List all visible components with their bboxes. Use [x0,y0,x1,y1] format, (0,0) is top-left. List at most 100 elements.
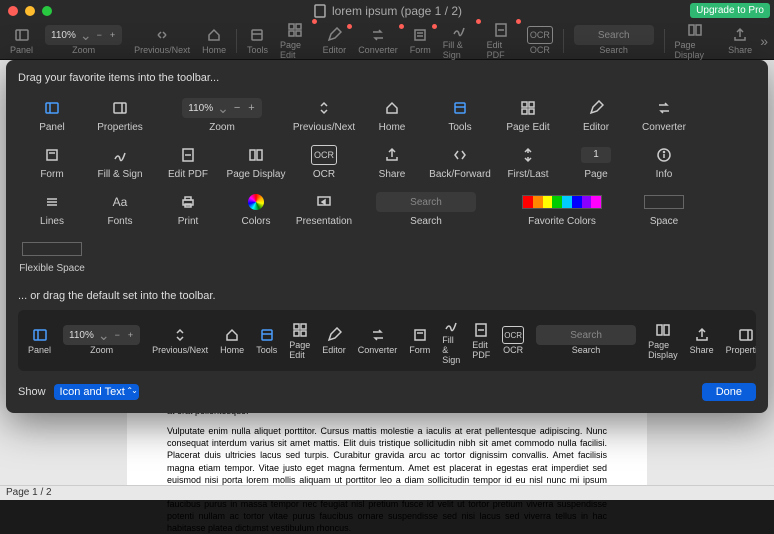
titlebar: lorem ipsum (page 1 / 2) Upgrade to Pro [0,0,774,22]
converter-button[interactable]: Converter [354,26,402,55]
pal-info[interactable]: Info [630,139,698,186]
flex-space-icon [22,242,82,256]
overflow-icon[interactable]: » [760,33,768,49]
minimize-button[interactable] [25,6,35,16]
pal-lines[interactable]: Lines [18,186,86,233]
pal-ocr[interactable]: OCROCR [290,139,358,186]
fill-sign-button[interactable]: Fill & Sign [439,21,479,60]
pal-panel[interactable]: Panel [18,92,86,139]
pal-properties[interactable]: Properties [86,92,154,139]
done-button[interactable]: Done [702,383,756,401]
status-bar: Page 1 / 2 [0,485,774,500]
pal-prevnext[interactable]: Previous/Next [290,92,358,139]
presentation-icon [316,194,332,210]
separator [236,29,237,53]
ocr-icon: OCR [527,26,553,44]
zoom-value: 110% [49,30,78,41]
pal-favcolors[interactable]: Favorite Colors [494,186,630,233]
editpdf-label: Edit PDF [487,40,515,60]
chevron-down-icon: ⌄ [80,27,92,44]
share-button[interactable]: Share [724,26,756,55]
separator [664,29,665,53]
customize-toolbar-overlay: Drag your favorite items into the toolba… [6,60,768,413]
properties-icon [112,100,128,116]
pal-pageedit[interactable]: Page Edit [494,92,562,139]
pal-page[interactable]: 1Page [562,139,630,186]
prevnext-label: Previous/Next [134,45,190,55]
pal-colors[interactable]: Colors [222,186,290,233]
zoom-label: Zoom [72,45,95,55]
print-icon [180,194,196,210]
pal-fonts[interactable]: AaFonts [86,186,154,233]
home-icon [206,27,222,43]
pal-space[interactable]: Space [630,186,698,233]
maximize-button[interactable] [42,6,52,16]
display-icon [687,22,703,38]
display-icon [248,147,264,163]
sign-icon [112,147,128,163]
separator [563,29,564,53]
page-number-input[interactable]: 1 [581,147,611,163]
show-select[interactable]: Icon and Text [54,384,139,400]
home-icon [384,100,400,116]
pal-presentation[interactable]: Presentation [290,186,358,233]
page-display-button[interactable]: Page Display [670,21,720,60]
pal-home[interactable]: Home [358,92,426,139]
pal-pagedisplay[interactable]: Page Display [222,139,290,186]
pal-editpdf[interactable]: Edit PDF [154,139,222,186]
tools-icon [452,100,468,116]
paragraph-2: Vulputate enim nulla aliquet porttitor. … [167,425,607,534]
fonts-icon: Aa [113,192,128,212]
arrows-icon [154,27,170,43]
info-icon [656,147,672,163]
pal-form[interactable]: Form [18,139,86,186]
convert-icon [656,100,672,116]
overlay-header: Drag your favorite items into the toolba… [18,72,756,84]
panel-label: Panel [10,45,33,55]
tools-icon [249,27,265,43]
prev-next-button[interactable]: Previous/Next [130,26,194,55]
form-button[interactable]: Form [406,26,435,55]
pal-print[interactable]: Print [154,186,222,233]
pal-tools[interactable]: Tools [426,92,494,139]
updown-icon [316,100,332,116]
title-text: lorem ipsum (page 1 / 2) [332,4,462,18]
zoom-in-button[interactable]: + [107,30,118,40]
overlay-subheader: ... or drag the default set into the too… [18,290,756,302]
pal-firstlast[interactable]: First/Last [494,139,562,186]
zoom-control[interactable]: 110%⌄−+ Zoom [41,26,126,55]
pal-converter[interactable]: Converter [630,92,698,139]
pal-backforward[interactable]: Back/Forward [426,139,494,186]
pal-search[interactable]: SearchSearch [358,186,494,233]
zoom-out-button[interactable]: − [94,30,105,40]
share-icon [384,147,400,163]
pal-zoom[interactable]: 110%⌄−+Zoom [154,92,290,139]
home-button[interactable]: Home [198,26,230,55]
panel-button[interactable]: Panel [6,26,37,55]
items-palette: Panel Properties 110%⌄−+Zoom Previous/Ne… [18,92,756,280]
pal-share[interactable]: Share [358,139,426,186]
default-set-bar[interactable]: Panel 110%⌄−+Zoom Previous/Next Home Too… [18,310,756,371]
firstlast-icon [520,147,536,163]
share-icon [732,27,748,43]
pal-flexspace[interactable]: Flexible Space [18,233,86,280]
fillsign-label: Fill & Sign [443,40,475,60]
editor-button[interactable]: Editor [319,26,351,55]
edit-icon [588,100,604,116]
search-placeholder: Search [574,25,654,45]
space-icon [644,195,684,209]
close-button[interactable] [8,6,18,16]
upgrade-badge[interactable]: Upgrade to Pro [690,3,770,18]
rainbow-icon [522,195,602,209]
show-label: Show [18,386,46,398]
tools-button[interactable]: Tools [243,26,272,55]
pal-fillsign[interactable]: Fill & Sign [86,139,154,186]
main-toolbar: Panel 110%⌄−+ Zoom Previous/Next Home Too… [0,22,774,60]
leftright-icon [452,147,468,163]
edit-pdf-button[interactable]: Edit PDF [483,21,519,60]
pal-editor[interactable]: Editor [562,92,630,139]
overlay-footer: Show Icon and Text Done [18,383,756,401]
page-edit-button[interactable]: Page Edit [276,21,315,60]
ocr-button[interactable]: OCROCR [523,26,557,55]
search-field[interactable]: SearchSearch [570,26,658,55]
